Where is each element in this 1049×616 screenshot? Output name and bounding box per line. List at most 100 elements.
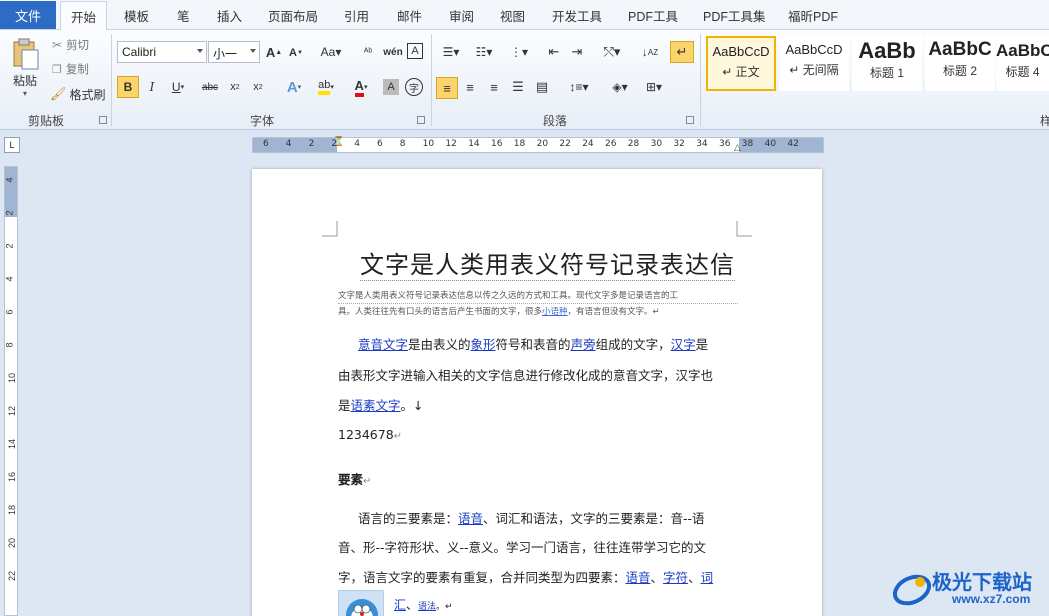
copy-button[interactable]: ❐ 复制 — [52, 61, 89, 77]
shading-icon[interactable]: ◈▾ — [605, 78, 635, 96]
right-indent-marker-icon[interactable]: △ — [734, 142, 741, 153]
grow-font-icon[interactable]: A ▲ — [265, 42, 283, 62]
cartoon-image[interactable] — [338, 590, 384, 616]
align-left-button[interactable]: ≡ — [436, 77, 458, 99]
superscript-button[interactable]: x2 — [249, 78, 267, 96]
link[interactable]: 字符 — [663, 570, 688, 585]
format-painter-button[interactable]: 🖌 格式刷 — [50, 85, 106, 103]
font-color-icon[interactable]: A ▾ — [346, 77, 376, 97]
text-effect-icon[interactable]: A ▾ — [280, 77, 308, 97]
subscript-button[interactable]: x2 — [226, 78, 244, 96]
numbering-icon[interactable]: ☷▾ — [470, 43, 498, 61]
link[interactable]: 语法 — [418, 602, 436, 612]
style-heading-4[interactable]: AaBbC 标题 4 — [996, 36, 1049, 91]
link[interactable]: 汉字 — [671, 337, 696, 352]
vertical-ruler[interactable]: 4 2 2 4 6 8 10 12 14 16 18 20 22 — [4, 166, 18, 616]
multilevel-list-icon[interactable]: ⋮▾ — [505, 43, 533, 61]
ruler-number: 4 — [4, 177, 15, 183]
menu-tab[interactable]: 笔 — [177, 6, 190, 25]
phonetic-guide-icon[interactable]: wén — [383, 42, 403, 62]
style-no-spacing[interactable]: AaBbCcD ↵ 无间隔 — [779, 36, 849, 91]
menu-tab[interactable]: 开始 — [60, 1, 108, 31]
menu-tab[interactable]: 引用 — [344, 6, 369, 25]
menu-tab[interactable]: 开发工具 — [552, 6, 602, 25]
ruler-number: 4 — [285, 139, 292, 149]
highlight-icon[interactable]: ab ▾ — [311, 77, 341, 97]
sort-icon[interactable]: ↓ AZ — [640, 43, 660, 61]
style-heading-1[interactable]: AaBb 标题 1 — [852, 36, 922, 91]
divider — [700, 34, 701, 126]
distribute-icon[interactable]: ▤ — [533, 78, 551, 96]
tab-selector-button[interactable]: L — [4, 137, 20, 153]
menu-tab[interactable]: 视图 — [500, 6, 525, 25]
link[interactable]: 语音 — [458, 511, 483, 526]
indent-marker-icon[interactable]: ⏳ — [333, 136, 344, 147]
ruler-number: 8 — [4, 342, 15, 348]
cut-button[interactable]: ✂ 剪切 — [52, 37, 89, 53]
ruler-number: 10 — [7, 372, 18, 384]
italic-button[interactable]: I — [143, 78, 161, 96]
text-run: 要素 — [338, 472, 364, 487]
line-spacing-icon[interactable]: ↕≡▾ — [565, 78, 593, 96]
link[interactable]: 小语种 — [542, 306, 568, 316]
link[interactable]: 词 — [701, 570, 714, 585]
link[interactable]: 意音文字 — [358, 337, 408, 352]
scissors-icon: ✂ — [52, 38, 63, 52]
menu-tab[interactable]: PDF工具集 — [703, 6, 766, 25]
underline-button[interactable]: U ▾ — [166, 78, 190, 96]
strikethrough-button[interactable]: abc — [199, 78, 221, 96]
small-text-line: 具。人类往往先有口头的语言后产生书面的文字，很多小语种，有语言但没有文字。↵ — [338, 303, 738, 319]
menu-tab[interactable]: 邮件 — [397, 6, 422, 25]
ruler-number: 14 — [468, 139, 480, 149]
clear-format-icon[interactable]: ᴬᵇ — [358, 42, 378, 62]
ruler-number: 12 — [445, 139, 457, 149]
menu-tab[interactable]: PDF工具 — [628, 6, 678, 25]
horizontal-ruler[interactable]: 6 4 2 2 4 6 8 10 12 14 16 18 20 22 24 26 28 30 32 34 36 38 40 4… — [252, 136, 824, 153]
paragraph-mark-icon: ↵ — [363, 476, 372, 487]
crop-mark-icon — [322, 221, 338, 237]
clipboard-launcher-icon[interactable] — [99, 116, 107, 124]
paste-button[interactable]: 粘贴 ▾ — [6, 34, 44, 102]
increase-indent-icon[interactable]: ⇥ — [567, 43, 587, 61]
font-name-select[interactable]: Calibri — [117, 41, 207, 63]
style-heading-2[interactable]: AaBbC 标题 2 — [925, 36, 995, 91]
char-border-icon[interactable]: A — [407, 43, 423, 59]
text-run: ，有语言但没有文字。↵ — [567, 306, 660, 316]
ribbon: 粘贴 ▾ ✂ 剪切 ❐ 复制 🖌 格式刷 剪贴板 Calibri 小一 A ▲ A ▼ A… — [0, 30, 1049, 130]
show-marks-button[interactable]: ↵ — [670, 41, 694, 63]
align-right-icon[interactable]: ≡ — [485, 78, 503, 96]
menu-tab[interactable]: 福昕PDF — [788, 6, 838, 25]
font-name-value: Calibri — [122, 45, 157, 59]
text-run: 。↵ — [436, 602, 453, 612]
borders-icon[interactable]: ⊞▾ — [640, 78, 668, 96]
decrease-indent-icon[interactable]: ⇤ — [544, 43, 564, 61]
brush-icon: 🖌 — [50, 86, 67, 101]
link[interactable]: 汇 — [394, 598, 406, 612]
menu-tab[interactable]: 模板 — [124, 6, 149, 25]
shrink-font-icon[interactable]: A ▼ — [288, 44, 304, 62]
change-case-icon[interactable]: Aa▾ — [318, 42, 344, 62]
ruler-number: 42 — [787, 139, 799, 149]
bullets-icon[interactable]: ☰▾ — [437, 43, 465, 61]
link[interactable]: 语音 — [626, 570, 651, 585]
document-page[interactable]: 文字是人类用表义符号记录表达信 文字是人类用表义符号记录表达信息以传之久远的方式… — [252, 169, 822, 616]
link[interactable]: 声旁 — [571, 337, 596, 352]
align-center-icon[interactable]: ≡ — [461, 78, 479, 96]
chinese-layout-icon[interactable]: ⤲▾ — [598, 43, 626, 61]
link[interactable]: 语素文字 — [351, 398, 401, 413]
menu-tab[interactable]: 页面布局 — [268, 6, 318, 25]
menu-tab[interactable]: 插入 — [217, 6, 242, 25]
style-normal[interactable]: AaBbCcD ↵ 正文 — [706, 36, 776, 91]
paragraph-launcher-icon[interactable] — [686, 116, 694, 124]
bold-button[interactable]: B — [117, 76, 139, 98]
text-run: 、词汇和语法，文字的三要素是：音--语 — [483, 511, 705, 526]
link[interactable]: 象形 — [471, 337, 496, 352]
file-menu-button[interactable]: 文件 — [0, 1, 56, 29]
menu-tab[interactable]: 审阅 — [449, 6, 474, 25]
font-launcher-icon[interactable] — [417, 116, 425, 124]
justify-icon[interactable]: ☰ — [509, 78, 527, 96]
char-shading-icon[interactable]: A — [383, 79, 399, 95]
enclose-char-icon[interactable]: 字 — [405, 78, 423, 96]
font-size-select[interactable]: 小一 — [208, 41, 260, 63]
menu-bar: 文件 开始 模板 笔 插入 页面布局 引用 邮件 审阅 视图 开发工具 PDF工具 PDF工具集 福昕P… — [0, 0, 1049, 31]
